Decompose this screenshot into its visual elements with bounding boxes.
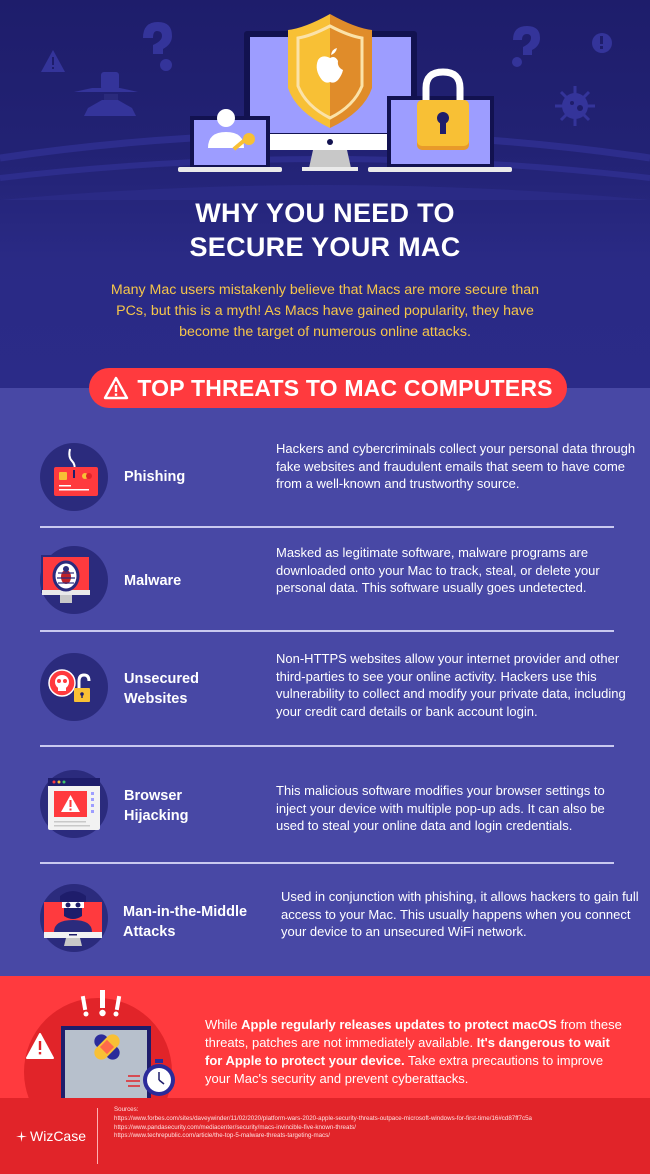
threat-name-line-2: Hijacking xyxy=(124,808,189,824)
warning-text: While Apple regularly releases updates t… xyxy=(205,1016,625,1088)
phishing-card-icon xyxy=(40,443,108,511)
footer: WizCase Sources: https://www.forbes.com/… xyxy=(0,1098,650,1174)
source-link[interactable]: https://www.techrepublic.com/article/the… xyxy=(114,1132,532,1141)
hero-illustration xyxy=(0,14,650,200)
patched-laptop-illustration xyxy=(24,990,175,1098)
virus-icon xyxy=(555,86,595,126)
divider xyxy=(40,630,614,632)
threat-name: Phishing xyxy=(124,469,186,485)
warning-text-bold: Apple regularly releases updates to prot… xyxy=(241,1017,557,1032)
footer-divider xyxy=(97,1108,98,1164)
browser-warning-icon xyxy=(40,770,108,838)
warning-section: While Apple regularly releases updates t… xyxy=(0,976,650,1098)
question-mark-icon xyxy=(143,22,172,71)
threat-description: Used in conjunction with phishing, it al… xyxy=(281,889,639,939)
warning-icon xyxy=(41,50,65,72)
question-mark-icon xyxy=(512,26,540,67)
divider xyxy=(40,862,614,864)
threat-name: Malware xyxy=(124,573,182,589)
skull-unlocked-icon xyxy=(40,653,108,721)
page-title-line-2: SECURE YOUR MAC xyxy=(189,232,461,262)
threat-name: Unsecured Websites xyxy=(124,669,199,709)
sources-list: Sources: https://www.forbes.com/sites/da… xyxy=(114,1106,532,1141)
brand-name: WizCase xyxy=(30,1128,87,1144)
divider xyxy=(40,745,614,747)
warning-text-segment: While xyxy=(205,1017,242,1032)
divider xyxy=(40,526,614,528)
threat-name-line-1: Browser xyxy=(124,788,183,804)
exclamation-icon xyxy=(592,33,612,53)
top-threats-badge: TOP THREATS TO MAC COMPUTERS xyxy=(89,368,567,408)
threats-section: Phishing Hackers and cybercriminals coll… xyxy=(0,388,650,976)
page-title: WHY YOU NEED TO SECURE YOUR MAC xyxy=(0,196,650,264)
warning-triangle-icon xyxy=(104,376,129,400)
wizcase-logo[interactable]: WizCase xyxy=(16,1128,86,1144)
threat-name: Man-in-the-Middle Attacks xyxy=(123,902,247,942)
malware-bug-icon xyxy=(40,546,108,614)
wizcase-star-icon xyxy=(16,1130,27,1142)
top-threats-heading: TOP THREATS TO MAC COMPUTERS xyxy=(137,374,553,401)
spy-icon xyxy=(74,72,138,116)
threat-description: This malicious software modifies your br… xyxy=(276,783,605,833)
threat-name-line-2: Websites xyxy=(124,691,188,707)
hero-section: WHY YOU NEED TO SECURE YOUR MAC Many Mac… xyxy=(0,0,650,388)
sources-label: Sources: xyxy=(114,1106,139,1113)
source-link[interactable]: https://www.pandasecurity.com/mediacente… xyxy=(114,1124,532,1133)
threat-description: Hackers and cybercriminals collect your … xyxy=(276,441,636,491)
source-link[interactable]: https://www.forbes.com/sites/daveywinder… xyxy=(114,1115,532,1124)
threat-name-line-1: Unsecured xyxy=(124,671,199,687)
user-key-laptop-illustration xyxy=(178,109,282,172)
threat-description: Non-HTTPS websites allow your internet p… xyxy=(276,651,626,719)
hacker-monitor-icon xyxy=(40,884,108,952)
threat-name-line-1: Man-in-the-Middle xyxy=(123,904,248,920)
threat-name-line-2: Attacks xyxy=(123,924,176,940)
page-title-line-1: WHY YOU NEED TO xyxy=(195,198,455,228)
threat-name: Browser Hijacking xyxy=(124,786,188,826)
threat-description: Masked as legitimate software, malware p… xyxy=(276,545,600,595)
intro-text: Many Mac users mistakenly believe that M… xyxy=(110,282,540,340)
